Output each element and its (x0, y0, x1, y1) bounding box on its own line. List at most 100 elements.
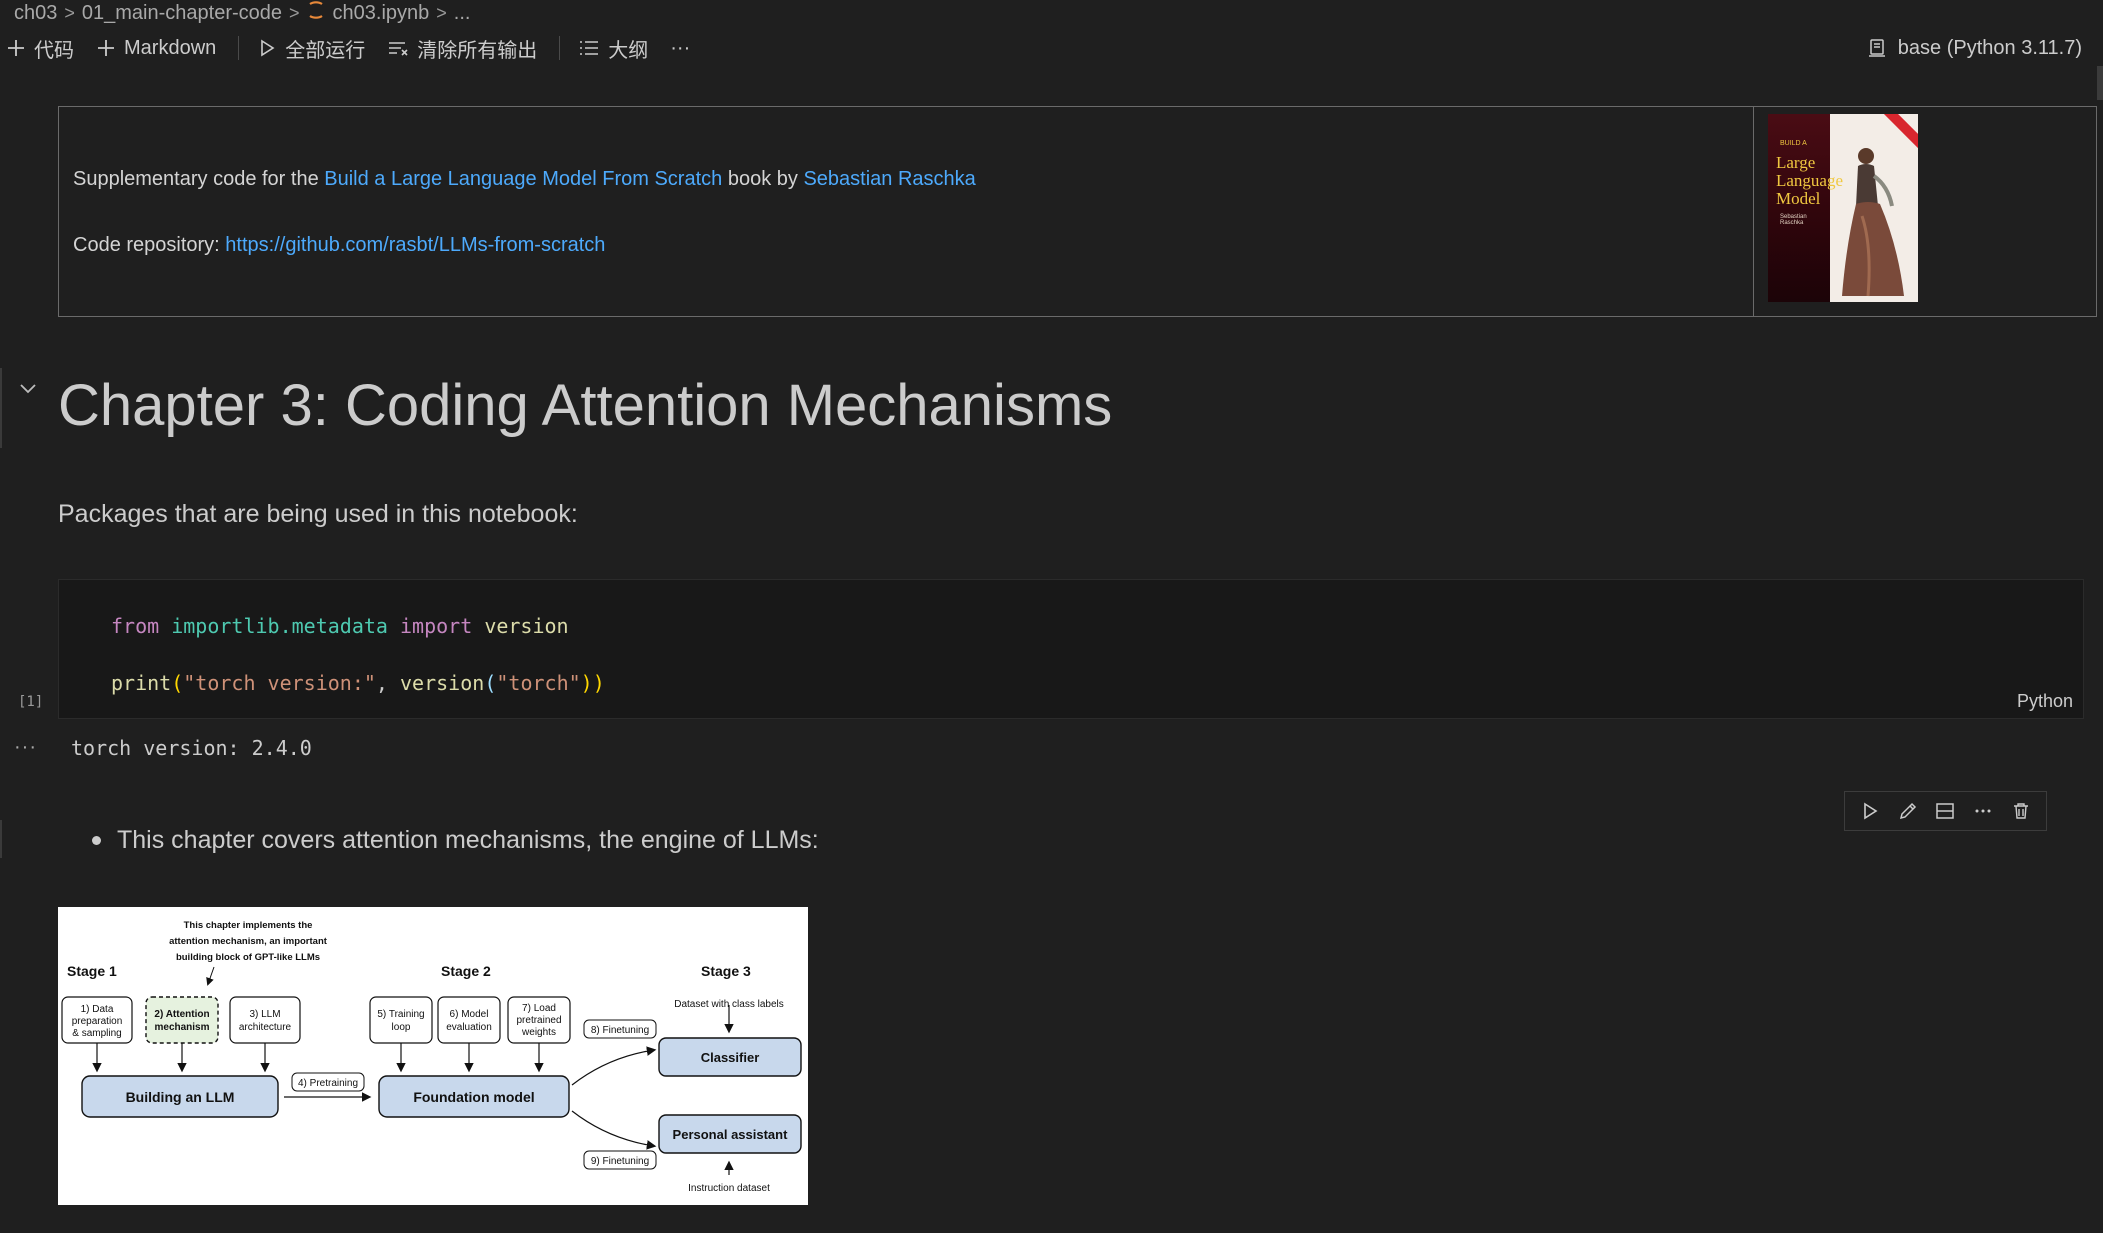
box-text: 4) Pretraining (298, 1078, 358, 1089)
code-editor[interactable]: from importlib.metadata import version p… (111, 598, 605, 712)
supplementary-line: Supplementary code for the Build a Large… (73, 165, 1739, 193)
cell-focus-marker (0, 820, 2, 858)
add-markdown-button[interactable]: Markdown (96, 37, 216, 60)
cell-focus-marker (0, 368, 2, 448)
box-llm-architecture (229, 996, 301, 1044)
cell-toolbar (1844, 791, 2047, 831)
code-token: ( (171, 671, 184, 695)
chevron-right-icon: > (64, 2, 75, 23)
box-text: mechanism (154, 1022, 209, 1033)
packages-text: Packages that are being used in this not… (58, 500, 578, 528)
repository-link[interactable]: https://github.com/rasbt/LLMs-from-scrat… (225, 234, 605, 256)
outline-button[interactable]: 大纲 (578, 34, 648, 63)
box-text: Building an LLM (126, 1089, 235, 1105)
more-icon (1975, 809, 1991, 813)
kernel-label: base (Python 3.11.7) (1897, 36, 2082, 59)
llm-stages-diagram: This chapter implements the attention me… (58, 907, 808, 1205)
code-token: "torch" (496, 671, 581, 695)
clear-all-icon (387, 38, 409, 58)
box-text: weights (521, 1027, 556, 1038)
output-more-icon[interactable]: ··· (14, 736, 37, 759)
cell-language-label[interactable]: Python (2017, 691, 2073, 712)
code-cell-editor[interactable]: from importlib.metadata import version p… (58, 579, 2084, 719)
code-token: version (484, 614, 569, 638)
cell-more-button[interactable] (1969, 797, 1997, 825)
plus-icon (96, 38, 116, 58)
code-token: "torch version:" (183, 671, 376, 695)
repository-line: Code repository: https://github.com/rasb… (73, 231, 1739, 259)
box-attention-mechanism (145, 996, 219, 1044)
stage-1-label: Stage 1 (67, 963, 117, 979)
diagram-note-line: building block of GPT-like LLMs (176, 952, 320, 963)
header-text-column: Supplementary code for the Build a Large… (59, 107, 1754, 316)
markdown-header-table: Supplementary code for the Build a Large… (58, 106, 2097, 317)
breadcrumb-item-notebook[interactable]: ch03.ipynb (333, 2, 430, 25)
delete-cell-button[interactable] (2007, 797, 2035, 825)
book-cover-title: Large Language Model (1776, 153, 1844, 208)
box-text: architecture (239, 1022, 292, 1033)
play-icon (257, 38, 277, 58)
more-actions-button[interactable]: ··· (670, 37, 690, 60)
trash-icon (2014, 803, 2029, 819)
outline-label: 大纲 (608, 39, 649, 62)
box-text: 5) Training (377, 1009, 424, 1020)
add-markdown-label: Markdown (124, 36, 217, 59)
notebook-toolbar: 代码 Markdown 全部运行 清除所有输出 大纲 ··· base (Pyt… (6, 31, 2096, 65)
code-token: ( (484, 671, 497, 695)
box-text: pretrained (516, 1015, 561, 1026)
run-all-label: 全部运行 (285, 39, 366, 62)
stage-2-label: Stage 2 (441, 963, 491, 979)
list-icon (578, 38, 600, 58)
code-token: )) (580, 671, 605, 695)
split-cell-button[interactable] (1931, 797, 1959, 825)
edit-cell-button[interactable] (1894, 797, 1922, 825)
breadcrumb: ch03 > 01_main-chapter-code > ch03.ipynb… (14, 0, 470, 26)
code-token: import (400, 614, 473, 638)
box-text: Instruction dataset (688, 1183, 770, 1194)
header-image-column: BUILD A Large Language Model Sebastian R… (1754, 107, 2096, 316)
breadcrumb-item-more[interactable]: ... (454, 2, 471, 25)
author-link[interactable]: Sebastian Raschka (803, 168, 975, 190)
add-code-button[interactable]: 代码 (6, 34, 74, 63)
diagram-arrow (571, 1110, 657, 1150)
supplementary-mid: book by (722, 167, 804, 190)
book-link[interactable]: Build a Large Language Model From Scratc… (324, 168, 722, 190)
scrollbar-thumb[interactable] (2097, 66, 2103, 100)
execution-count: [1] (18, 694, 44, 710)
box-text: 9) Finetuning (591, 1156, 649, 1167)
cell-output: torch version: 2.4.0 (71, 736, 312, 760)
pencil-icon (1899, 802, 1916, 820)
breadcrumb-item-ch03[interactable]: ch03 (14, 2, 57, 25)
kernel-picker[interactable]: base (Python 3.11.7) (1866, 31, 2082, 65)
execute-cell-button[interactable] (1856, 797, 1884, 825)
bullet-text: This chapter covers attention mechanisms… (117, 826, 819, 854)
split-icon (1936, 803, 1955, 819)
code-token: importlib.metadata (171, 614, 388, 638)
diagram-arrow (206, 966, 215, 986)
box-text: Classifier (701, 1050, 760, 1065)
breadcrumb-item-folder[interactable]: 01_main-chapter-code (82, 2, 282, 25)
add-code-label: 代码 (34, 39, 74, 62)
box-training-loop (369, 996, 433, 1044)
run-all-button[interactable]: 全部运行 (257, 34, 365, 63)
clear-outputs-button[interactable]: 清除所有输出 (387, 34, 537, 63)
code-token: from (111, 614, 160, 638)
box-text: 3) LLM (249, 1009, 280, 1020)
diagram-arrow (571, 1046, 657, 1086)
box-text: Dataset with class labels (674, 999, 784, 1010)
book-cover-image: BUILD A Large Language Model Sebastian R… (1768, 114, 1918, 302)
box-text: 2) Attention (154, 1009, 209, 1020)
box-model-evaluation (437, 996, 501, 1044)
clear-outputs-label: 清除所有输出 (417, 39, 538, 62)
jupyter-icon (307, 0, 325, 26)
box-text: evaluation (446, 1022, 492, 1033)
stage-3-label: Stage 3 (701, 963, 751, 979)
book-cover-small-text: BUILD A (1780, 140, 1807, 147)
box-text: 1) Data (81, 1004, 114, 1015)
collapse-chevron-icon[interactable] (19, 378, 37, 401)
box-text: Personal assistant (673, 1127, 789, 1142)
code-token: print (111, 671, 172, 695)
bullet-list-item: This chapter covers attention mechanisms… (92, 826, 819, 855)
repository-prefix: Code repository: (73, 233, 226, 256)
more-icon: ··· (670, 36, 691, 59)
